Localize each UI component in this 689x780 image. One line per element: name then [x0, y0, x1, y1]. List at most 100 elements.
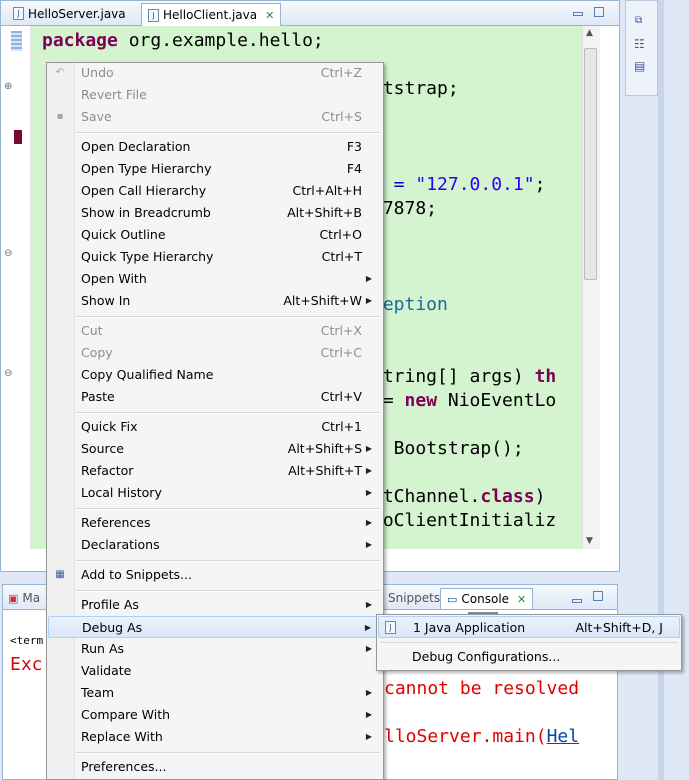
- menu-item-open-call-hierarchy[interactable]: Open Call Hierarchy Ctrl+Alt+H: [48, 180, 382, 202]
- submenu-arrow-icon: ▶: [365, 488, 372, 497]
- save-icon: ▪: [56, 111, 64, 122]
- submenu-arrow-icon: ▶: [364, 623, 371, 632]
- fold-collapse-icon[interactable]: ⊖: [4, 248, 12, 259]
- submenu-arrow-icon: ▶: [365, 466, 372, 475]
- tab-helloserver[interactable]: J HelloServer.java: [7, 3, 132, 24]
- menu-separator: [76, 316, 381, 318]
- code-line: = new NioEventLo: [372, 390, 557, 411]
- menu-separator: [76, 560, 381, 562]
- code-line: t = "127.0.0.1";: [372, 174, 546, 195]
- menu-separator: [380, 642, 678, 643]
- menu-item-preferences[interactable]: Preferences...: [48, 756, 382, 778]
- editor-tab-bar: J HelloServer.java J HelloClient.java ✕: [1, 1, 619, 26]
- menu-item-compare-with[interactable]: Compare With ▶: [48, 704, 382, 726]
- restore-icon[interactable]: ⧉: [635, 15, 642, 26]
- menu-item-show-in-breadcrumb[interactable]: Show in Breadcrumb Alt+Shift+B: [48, 202, 382, 224]
- menu-item-replace-with[interactable]: Replace With ▶: [48, 726, 382, 748]
- menu-item-copy-qualified-name[interactable]: Copy Qualified Name: [48, 364, 382, 386]
- menu-item-source[interactable]: Source Alt+Shift+S ▶: [48, 438, 382, 460]
- code-line: String[] args) th: [372, 366, 557, 387]
- menu-item-validate[interactable]: Validate: [48, 660, 382, 682]
- submenu-item-java-application[interactable]: J 1 Java Application Alt+Shift+D, J: [378, 616, 680, 638]
- menu-item-local-history[interactable]: Local History ▶: [48, 482, 382, 504]
- menu-item-add-to-snippets[interactable]: ▦ Add to Snippets...: [48, 564, 382, 586]
- error-marker-icon: [14, 130, 22, 144]
- menu-item-open-type-hierarchy[interactable]: Open Type Hierarchy F4: [48, 158, 382, 180]
- java-file-icon: J: [148, 8, 159, 22]
- menu-item-quick-fix[interactable]: Quick Fix Ctrl+1: [48, 416, 382, 438]
- submenu-arrow-icon: ▶: [365, 540, 372, 549]
- tab-label: HelloClient.java: [163, 8, 258, 22]
- menu-item-open-with[interactable]: Open With ▶: [48, 268, 382, 290]
- menu-item-show-in[interactable]: Show In Alt+Shift+W ▶: [48, 290, 382, 312]
- menu-separator: [76, 752, 381, 754]
- close-tab-icon[interactable]: ✕: [517, 593, 526, 606]
- console-error-line: lloServer.main(Hel: [384, 726, 580, 747]
- submenu-arrow-icon: ▶: [365, 600, 372, 609]
- menu-item-cut[interactable]: Cut Ctrl+X: [48, 320, 382, 342]
- scrollbar-thumb[interactable]: [584, 48, 597, 280]
- submenu-arrow-icon: ▶: [365, 644, 372, 653]
- tab-console[interactable]: ▭ Console ✕: [440, 588, 534, 609]
- undo-icon: ↶: [55, 67, 65, 78]
- menu-item-references[interactable]: References ▶: [48, 512, 382, 534]
- code-line: otstrap;: [372, 78, 459, 99]
- menu-separator: [76, 590, 381, 592]
- menu-item-run-as[interactable]: Run As ▶: [48, 638, 382, 660]
- submenu-arrow-icon: ▶: [365, 296, 372, 305]
- tab-label: HelloServer.java: [28, 6, 126, 21]
- menu-item-paste[interactable]: Paste Ctrl+V: [48, 386, 382, 408]
- fold-expand-icon[interactable]: ⊕: [4, 81, 12, 92]
- snippets-icon: ▦: [55, 569, 65, 580]
- menu-item-open-declaration[interactable]: Open Declaration F3: [48, 136, 382, 158]
- menu-item-copy[interactable]: Copy Ctrl+C: [48, 342, 382, 364]
- console-maximize-button[interactable]: [593, 591, 603, 601]
- submenu-arrow-icon: ▶: [365, 444, 372, 453]
- menu-item-team[interactable]: Team ▶: [48, 682, 382, 704]
- menu-item-quick-type-hierarchy[interactable]: Quick Type Hierarchy Ctrl+T: [48, 246, 382, 268]
- menu-item-debug-as[interactable]: Debug As ▶: [48, 616, 382, 638]
- code-line: w Bootstrap();: [372, 438, 524, 459]
- outline-trim-toolbar: ⧉ ☷ ▤: [625, 0, 658, 96]
- console-icon: ▭: [447, 592, 458, 606]
- submenu-arrow-icon: ▶: [365, 732, 372, 741]
- java-file-icon: J: [13, 7, 24, 20]
- submenu-arrow-icon: ▶: [365, 688, 372, 697]
- minimize-button[interactable]: [573, 12, 583, 16]
- tab-helloclient[interactable]: J HelloClient.java ✕: [141, 3, 282, 26]
- submenu-arrow-icon: ▶: [365, 274, 372, 283]
- bookmark-marker-icon: [11, 31, 22, 51]
- code-line: package org.example.hello;: [42, 30, 324, 51]
- scroll-up-icon[interactable]: ▲: [586, 28, 593, 38]
- close-tab-icon[interactable]: ✕: [265, 9, 274, 22]
- tab-markers[interactable]: ▣ Ma: [8, 588, 40, 608]
- menu-item-profile-as[interactable]: Profile As ▶: [48, 594, 382, 616]
- menu-item-revert-file[interactable]: Revert File: [48, 84, 382, 106]
- console-error-line: cannot be resolved: [384, 678, 580, 699]
- console-minimize-button[interactable]: [572, 599, 582, 603]
- console-error-line: Exc: [10, 654, 43, 675]
- code-line: loClientInitializ: [372, 510, 557, 531]
- outline-icon[interactable]: ☷: [634, 37, 645, 51]
- console-terminated-label: <term: [10, 634, 44, 647]
- menu-item-save[interactable]: ▪ Save Ctrl+S: [48, 106, 382, 128]
- submenu-arrow-icon: ▶: [365, 710, 372, 719]
- code-line: etChannel.class): [372, 486, 546, 507]
- stacktrace-link[interactable]: Hel: [547, 726, 580, 747]
- task-list-icon[interactable]: ▤: [634, 59, 645, 73]
- scroll-down-icon[interactable]: ▼: [586, 536, 593, 546]
- maximize-button[interactable]: [594, 7, 604, 17]
- line-ruler[interactable]: ⊕ ⊖ ⊖: [2, 26, 31, 549]
- menu-separator: [76, 508, 381, 510]
- submenu-item-debug-configurations[interactable]: Debug Configurations...: [378, 646, 680, 668]
- fold-collapse-icon[interactable]: ⊖: [4, 368, 12, 379]
- menu-item-refactor[interactable]: Refactor Alt+Shift+T ▶: [48, 460, 382, 482]
- menu-item-undo[interactable]: ↶ Undo Ctrl+Z: [48, 62, 382, 84]
- menu-separator: [76, 412, 381, 414]
- menu-item-declarations[interactable]: Declarations ▶: [48, 534, 382, 556]
- java-application-icon: J: [385, 621, 396, 634]
- submenu-arrow-icon: ▶: [365, 518, 372, 527]
- tab-snippets[interactable]: Snippets: [388, 588, 440, 608]
- menu-separator: [76, 132, 381, 134]
- menu-item-quick-outline[interactable]: Quick Outline Ctrl+O: [48, 224, 382, 246]
